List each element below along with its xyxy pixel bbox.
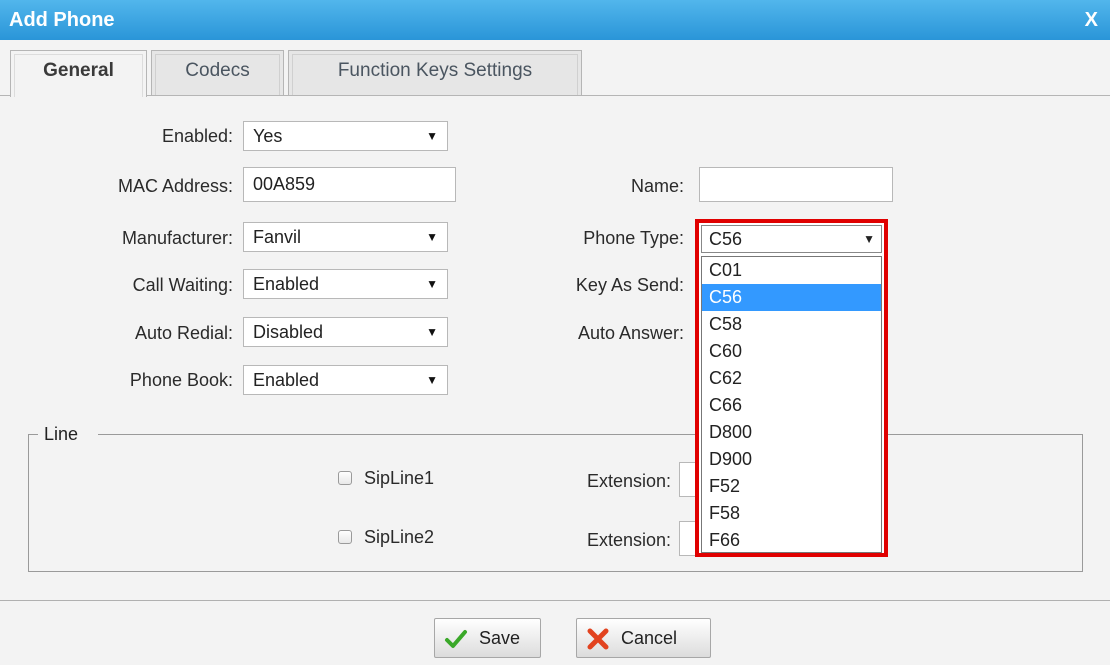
line-fieldset	[28, 434, 1083, 572]
auto-redial-value: Disabled	[253, 322, 324, 342]
auto-redial-select[interactable]: Disabled ▼	[243, 317, 448, 347]
line-legend: Line	[44, 424, 79, 444]
footer-divider	[0, 600, 1110, 601]
phone-type-option[interactable]: F52	[702, 473, 881, 500]
phone-type-option[interactable]: D900	[702, 446, 881, 473]
key-as-send-label: Key As Send:	[575, 275, 684, 295]
dropdown-arrow-icon: ▼	[426, 129, 438, 143]
phone-type-option[interactable]: C66	[702, 392, 881, 419]
cancel-button[interactable]: Cancel	[576, 618, 711, 658]
enabled-value: Yes	[253, 126, 283, 146]
dropdown-arrow-icon: ▼	[863, 232, 875, 246]
phone-type-select[interactable]: C56 ▼	[701, 225, 882, 253]
enabled-label: Enabled:	[161, 126, 233, 146]
mac-address-input[interactable]: 00A859	[243, 167, 456, 202]
extension1-label: Extension:	[586, 471, 671, 491]
phone-type-option[interactable]: C56	[702, 284, 881, 311]
save-button[interactable]: Save	[434, 618, 541, 658]
phone-type-label: Phone Type:	[583, 228, 684, 248]
phone-type-option[interactable]: F58	[702, 500, 881, 527]
dropdown-arrow-icon: ▼	[426, 373, 438, 387]
manufacturer-select[interactable]: Fanvil ▼	[243, 222, 448, 252]
phone-type-option[interactable]: C62	[702, 365, 881, 392]
dialog-title-bar: Add Phone X	[0, 0, 1110, 40]
save-button-label: Save	[479, 628, 521, 648]
call-waiting-value: Enabled	[253, 274, 320, 294]
fieldset-border	[28, 434, 38, 435]
dialog-title: Add Phone	[9, 9, 115, 31]
manufacturer-value: Fanvil	[253, 227, 302, 247]
enabled-select[interactable]: Yes ▼	[243, 121, 448, 151]
tab-function-keys-settings[interactable]: Function Keys Settings	[288, 50, 582, 95]
sipline1-checkbox[interactable]	[338, 471, 352, 485]
call-waiting-select[interactable]: Enabled ▼	[243, 269, 448, 299]
dropdown-arrow-icon: ▼	[426, 230, 438, 244]
dropdown-arrow-icon: ▼	[426, 277, 438, 291]
phone-book-value: Enabled	[253, 370, 320, 390]
name-input[interactable]	[699, 167, 893, 202]
tab-bar: General Codecs Function Keys Settings	[0, 40, 1110, 97]
phone-book-select[interactable]: Enabled ▼	[243, 365, 448, 395]
tab-general[interactable]: General	[10, 50, 147, 97]
phone-type-value: C56	[709, 229, 743, 249]
name-label: Name:	[630, 176, 684, 196]
checkmark-icon	[445, 630, 467, 648]
phone-type-option[interactable]: C01	[702, 257, 881, 284]
cancel-button-label: Cancel	[621, 628, 678, 648]
call-waiting-label: Call Waiting:	[132, 275, 233, 295]
dropdown-arrow-icon: ▼	[426, 325, 438, 339]
phone-type-dropdown-highlight: C56 ▼ C01 C56 C58 C60 C62 C66 D800 D900 F52 F58 F66	[695, 219, 888, 557]
tab-divider	[0, 95, 1110, 96]
phone-type-options-list: C01 C56 C58 C60 C62 C66 D800 D900 F52 F58 F66	[701, 256, 882, 553]
sipline1-label: SipLine1	[364, 468, 435, 488]
auto-answer-label: Auto Answer:	[577, 323, 684, 343]
extension2-label: Extension:	[586, 530, 671, 550]
manufacturer-label: Manufacturer:	[121, 228, 233, 248]
fieldset-border	[98, 434, 1083, 435]
close-icon[interactable]: X	[1085, 9, 1098, 32]
sipline2-label: SipLine2	[364, 527, 435, 547]
cross-icon	[587, 628, 609, 650]
phone-book-label: Phone Book:	[129, 370, 233, 390]
phone-type-option[interactable]: F66	[702, 527, 881, 554]
tab-codecs[interactable]: Codecs	[151, 50, 284, 95]
phone-type-option[interactable]: C60	[702, 338, 881, 365]
mac-address-label: MAC Address:	[117, 176, 233, 196]
auto-redial-label: Auto Redial:	[134, 323, 233, 343]
sipline2-checkbox[interactable]	[338, 530, 352, 544]
phone-type-option[interactable]: C58	[702, 311, 881, 338]
phone-type-option[interactable]: D800	[702, 419, 881, 446]
